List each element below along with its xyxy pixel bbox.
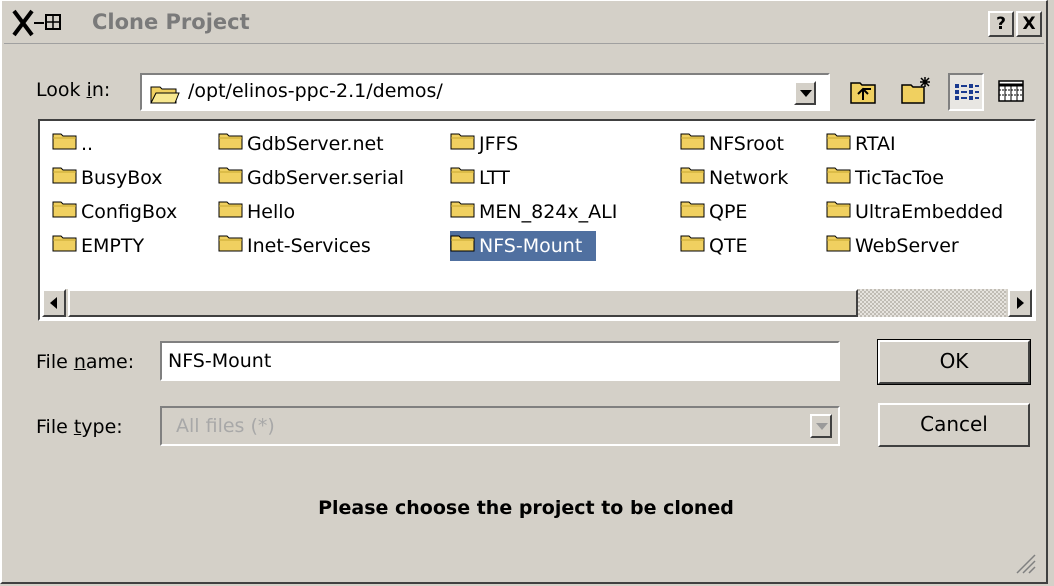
file-list-item[interactable]: NFS-Mount: [450, 231, 597, 262]
file-name-text: GdbServer.serial: [247, 167, 405, 189]
folder-icon: [52, 232, 78, 262]
file-list-item[interactable]: LTT: [450, 163, 510, 193]
file-name-text: TicTacToe: [855, 167, 944, 189]
look-in-label: Look in:: [36, 79, 111, 101]
folder-icon: [680, 130, 706, 160]
folder-icon: [52, 164, 78, 194]
folder-icon: [826, 130, 852, 160]
file-name-text: QPE: [709, 201, 748, 223]
file-name-text: Inet-Services: [247, 235, 371, 257]
folder-icon: [826, 232, 852, 262]
folder-icon: [680, 232, 706, 262]
close-button[interactable]: X: [1016, 11, 1042, 37]
look-in-combo[interactable]: /opt/elinos-ppc-2.1/demos/: [140, 73, 830, 111]
detail-view-icon: [994, 80, 1028, 114]
file-type-select[interactable]: All files (*): [160, 406, 840, 446]
folder-icon: [218, 164, 244, 194]
file-type-value: All files (*): [176, 415, 275, 437]
file-list-item[interactable]: ConfigBox: [52, 197, 177, 227]
file-name-value: NFS-Mount: [168, 350, 272, 372]
detail-view-button[interactable]: [994, 73, 1030, 111]
file-list-item[interactable]: NFSroot: [680, 129, 784, 159]
file-name-text: EMPTY: [81, 235, 145, 257]
file-name-text: ConfigBox: [81, 201, 178, 223]
folder-icon: [218, 198, 244, 228]
open-folder-icon: [150, 83, 180, 110]
scroll-left-button[interactable]: [42, 289, 66, 317]
file-list-item[interactable]: UltraEmbedded: [826, 197, 1003, 227]
file-name-text: BusyBox: [81, 167, 163, 189]
folder-icon: [52, 130, 78, 160]
file-name-text: WebServer: [855, 235, 959, 257]
scrollbar-thumb[interactable]: [68, 289, 858, 317]
file-name-text: NFSroot: [709, 133, 784, 155]
file-name-text: ..: [81, 133, 94, 155]
file-list-item[interactable]: GdbServer.net: [218, 129, 384, 159]
file-name-text: Network: [709, 167, 789, 189]
file-list-item[interactable]: Hello: [218, 197, 295, 227]
file-name-text: GdbServer.net: [247, 133, 384, 155]
file-name-label: File name:: [36, 351, 135, 373]
title-bar[interactable]: Clone Project ? X: [4, 3, 1044, 44]
window-title: Clone Project: [92, 10, 250, 34]
clone-project-dialog: Clone Project ? X Look in: /opt/elinos-p…: [0, 0, 1048, 584]
file-list-item[interactable]: ..: [52, 129, 93, 159]
folder-icon: [450, 232, 476, 262]
folder-icon: [826, 198, 852, 228]
help-button[interactable]: ?: [988, 11, 1014, 37]
file-list-item[interactable]: JFFS: [450, 129, 518, 159]
folder-icon: [826, 164, 852, 194]
new-folder-button[interactable]: [898, 73, 934, 111]
file-type-dropdown-button[interactable]: [810, 414, 832, 438]
file-name-text: LTT: [479, 167, 510, 189]
file-list-item[interactable]: QTE: [680, 231, 748, 261]
file-list-item[interactable]: BusyBox: [52, 163, 163, 193]
file-list-item[interactable]: Network: [680, 163, 788, 193]
file-name-text: JFFS: [479, 133, 519, 155]
ok-button[interactable]: OK: [877, 339, 1031, 385]
folder-icon: [218, 130, 244, 160]
look-in-dropdown-button[interactable]: [794, 81, 816, 105]
instruction-message: Please choose the project to be cloned: [318, 497, 734, 519]
parent-directory-button[interactable]: [846, 73, 882, 111]
horizontal-scrollbar[interactable]: [42, 289, 1032, 317]
file-list-item[interactable]: GdbServer.serial: [218, 163, 404, 193]
file-name-text: Hello: [247, 201, 296, 223]
folder-icon: [450, 164, 476, 194]
folder-icon: [680, 164, 706, 194]
file-name-text: MEN_824x_ALI: [479, 201, 618, 223]
file-name-text: RTAI: [855, 133, 896, 155]
file-name-text: QTE: [709, 235, 748, 257]
file-name-text: NFS-Mount: [479, 235, 583, 257]
folder-icon: [450, 198, 476, 228]
file-list-item[interactable]: MEN_824x_ALI: [450, 197, 617, 227]
list-view-button[interactable]: [948, 73, 984, 111]
cancel-button[interactable]: Cancel: [878, 403, 1030, 447]
file-list-item[interactable]: Inet-Services: [218, 231, 371, 261]
folder-icon: [218, 232, 244, 262]
file-list[interactable]: .. BusyBox ConfigBox EMPTY GdbServer.net GdbS…: [38, 119, 1036, 321]
parent-directory-icon: [846, 82, 880, 114]
file-list-item[interactable]: EMPTY: [52, 231, 144, 261]
file-name-text: UltraEmbedded: [855, 201, 1004, 223]
folder-icon: [450, 130, 476, 160]
file-list-item[interactable]: QPE: [680, 197, 747, 227]
file-type-label: File type:: [36, 416, 123, 438]
folder-icon: [52, 198, 78, 228]
file-list-item[interactable]: TicTacToe: [826, 163, 944, 193]
folder-icon: [680, 198, 706, 228]
file-name-input[interactable]: NFS-Mount: [160, 341, 840, 381]
look-in-path: /opt/elinos-ppc-2.1/demos/: [188, 80, 443, 102]
scroll-right-button[interactable]: [1008, 289, 1032, 317]
x-window-icon: [12, 7, 68, 39]
list-view-icon: [950, 84, 982, 114]
new-folder-icon: [898, 77, 932, 114]
resize-grip-icon[interactable]: [1014, 552, 1036, 574]
file-list-item[interactable]: RTAI: [826, 129, 896, 159]
file-list-item[interactable]: WebServer: [826, 231, 959, 261]
